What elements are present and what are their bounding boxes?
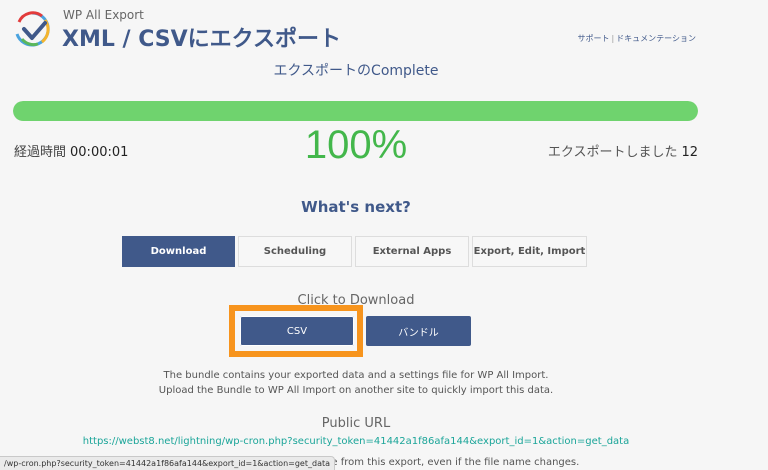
next-steps-tabs: Download Scheduling External Apps Export… (122, 236, 587, 267)
public-url-note: ort file from this export, even if the f… (305, 457, 580, 468)
bundle-download-button[interactable]: バンドル (366, 316, 471, 346)
header-links: サポート | ドキュメンテーション (577, 33, 696, 44)
browser-status-bar: /wp-cron.php?security_token=41442a1f86af… (0, 456, 336, 470)
export-status-title: エクスポートのComplete (273, 63, 439, 79)
csv-download-button[interactable]: CSV (240, 316, 354, 346)
documentation-link[interactable]: ドキュメンテーション (616, 34, 696, 43)
exported-count-label: エクスポートしました (547, 145, 678, 160)
tab-external-apps[interactable]: External Apps (355, 236, 469, 267)
tab-export-edit-import[interactable]: Export, Edit, Import (472, 236, 587, 267)
bundle-description-line-1: The bundle contains your exported data a… (163, 370, 549, 381)
public-url-link[interactable]: https://webst8.net/lightning/wp-cron.php… (0, 436, 712, 447)
tab-download[interactable]: Download (122, 236, 235, 267)
brand-name: WP All Export (63, 8, 144, 22)
wp-all-export-logo-icon (15, 11, 50, 47)
bundle-description: The bundle contains your exported data a… (0, 368, 712, 398)
exported-count: エクスポートしました 12 (548, 141, 698, 160)
whats-next-title: What's next? (301, 198, 411, 216)
bundle-description-line-2: Upload the Bundle to WP All Import on an… (158, 385, 554, 396)
public-url-title: Public URL (321, 416, 391, 431)
exported-count-value: 12 (681, 145, 698, 160)
link-separator: | (611, 34, 615, 43)
tab-scheduling[interactable]: Scheduling (238, 236, 352, 267)
progress-bar (13, 101, 698, 121)
support-link[interactable]: サポート (577, 34, 609, 43)
page-title: XML / CSVにエクスポート (62, 27, 341, 52)
progress-bar-fill (13, 101, 698, 121)
